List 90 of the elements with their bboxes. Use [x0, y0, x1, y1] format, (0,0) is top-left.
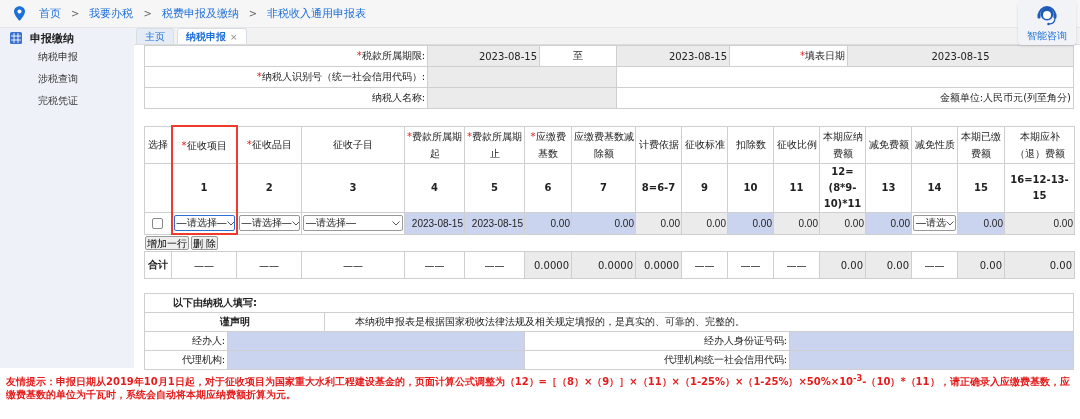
chevron-down-icon — [392, 220, 400, 226]
column-number: 4 — [431, 182, 438, 193]
form-label: 经办人: — [144, 331, 228, 351]
column-header: 征收比例 — [773, 126, 820, 164]
column-number: 8=6-7 — [641, 182, 676, 193]
total-label: 合计 — [144, 251, 172, 279]
total-cell: 0.00 — [1004, 251, 1075, 279]
column-header: 征收子目 — [301, 126, 405, 164]
form-label: 纳税人名称: — [144, 87, 428, 109]
column-header: 减免费额 — [865, 126, 912, 164]
column-header: 征收标准 — [681, 126, 728, 164]
sidebar-item[interactable]: 涉税查询 — [0, 68, 134, 90]
form-label: *纳税人识别号（统一社会信用代码）: — [144, 66, 428, 88]
column-header: 扣除数 — [727, 126, 774, 164]
column-header: 减免性质 — [911, 126, 958, 164]
breadcrumb-separator: > — [71, 8, 80, 19]
form-label: 经办人身份证号码: — [524, 331, 790, 351]
breadcrumb-link[interactable]: 税费申报及缴纳 — [161, 6, 239, 21]
column-header: *应缴费基数 — [524, 126, 572, 164]
total-cell: —— — [301, 251, 405, 279]
column-number: 6 — [544, 182, 552, 193]
breadcrumb-link[interactable]: 首页 — [39, 6, 61, 21]
statement-label: 谨声明 — [144, 312, 325, 332]
column-header: 选择 — [144, 126, 172, 164]
column-number: 9 — [701, 182, 708, 193]
sidebar-heading: 申报缴纳 — [30, 30, 74, 46]
form-label: 至 — [539, 45, 617, 67]
total-cell: 0.0000 — [571, 251, 636, 279]
column-header: *征收项目 — [171, 126, 237, 164]
column-header: 应缴费基数减除额 — [571, 126, 636, 164]
tab[interactable]: 纳税申报 × — [177, 28, 247, 44]
dropdown[interactable]: —请选 — [913, 215, 956, 232]
column-number: 7 — [600, 182, 607, 193]
row-checkbox[interactable] — [152, 218, 164, 230]
total-cell: —— — [727, 251, 774, 279]
form-label: *填表日期 — [729, 45, 848, 67]
notice-text: 友情提示：申报日期从2019年10月1日起，对于征收项目为国家重大水利工程建设基金的，页面计算公式调整为（12）=［（8）×（9）］×（11）×（1-25%）×（1-25%）×50%×10$^{-3}$-（10）*（11），请正确录入应缴费基数，应缴费基数的单位为千瓦时，系统会自动将本期应纳费额折算为元。 — [5, 372, 1071, 402]
form-label: 代理机构: — [144, 350, 228, 370]
column-number: 10 — [743, 182, 758, 193]
chevron-down-icon — [226, 220, 234, 226]
column-header: 本期已缴费额 — [957, 126, 1005, 164]
total-cell: —— — [236, 251, 302, 279]
statement-text: 本纳税申报表是根据国家税收法律法规及相关规定填报的，是真实的、可靠的、完整的。 — [324, 312, 1074, 332]
close-icon[interactable]: × — [230, 31, 238, 42]
column-number: 13 — [881, 182, 896, 193]
unit-note: 金额单位:人民币元(列至角分) — [616, 87, 1074, 109]
total-cell: —— — [681, 251, 728, 279]
dropdown[interactable]: —请选择— — [303, 215, 403, 232]
column-number: 2 — [265, 182, 273, 193]
date-field: 2023-08-15 — [427, 45, 540, 67]
column-header: 本期应纳费额 — [819, 126, 866, 164]
column-number: 5 — [491, 182, 498, 193]
column-number: 15 — [974, 182, 988, 193]
location-pin-icon — [14, 6, 25, 21]
form-label: *税款所属期限: — [144, 45, 428, 67]
date-field: 2023-08-15 — [616, 45, 730, 67]
column-header: *费款所属期起 — [404, 126, 465, 164]
total-cell: —— — [773, 251, 820, 279]
column-header: *征收品目 — [236, 126, 302, 164]
sidebar-item[interactable]: 完税凭证 — [0, 90, 134, 112]
column-header: 计费依据 — [635, 126, 682, 164]
sidebar-item[interactable]: 纳税申报 — [0, 46, 134, 68]
column-number: 11 — [789, 182, 804, 193]
total-cell: —— — [464, 251, 525, 279]
column-number: 3 — [349, 182, 357, 193]
date-field: 2023-08-15 — [847, 45, 1074, 67]
chevron-down-icon — [291, 220, 299, 226]
dropdown[interactable]: —请选择— — [173, 215, 235, 231]
total-cell: —— — [171, 251, 237, 279]
breadcrumb-link[interactable]: 非税收入通用申报表 — [267, 6, 367, 21]
grid-icon — [10, 32, 22, 44]
dropdown[interactable]: —请选择— — [238, 215, 300, 232]
tab[interactable]: 主页 — [136, 28, 174, 44]
total-cell: —— — [404, 251, 465, 279]
column-number: 16=12-13-15 — [1010, 174, 1069, 201]
breadcrumb-link[interactable]: 我要办税 — [89, 6, 134, 21]
smart-consult-button[interactable]: 智能咨询 — [1018, 1, 1076, 45]
chevron-down-icon — [946, 220, 954, 226]
form-label: 代理机构统一社会信用代码: — [524, 350, 790, 370]
column-header: 本期应补（退）费额 — [1004, 126, 1075, 164]
row-action-button[interactable]: 删 除 — [190, 236, 218, 250]
breadcrumb-separator: > — [143, 8, 152, 19]
column-number: 1 — [200, 182, 208, 193]
column-header: *费款所属期止 — [464, 126, 525, 164]
column-number: 14 — [927, 182, 942, 193]
total-cell: —— — [911, 251, 958, 279]
column-number: 12=(8*9-10)*11 — [823, 166, 862, 209]
row-action-button[interactable]: 增加一行 — [144, 236, 189, 250]
section-heading: 以下由纳税人填写: — [144, 293, 1074, 313]
breadcrumb-separator: > — [248, 8, 258, 19]
